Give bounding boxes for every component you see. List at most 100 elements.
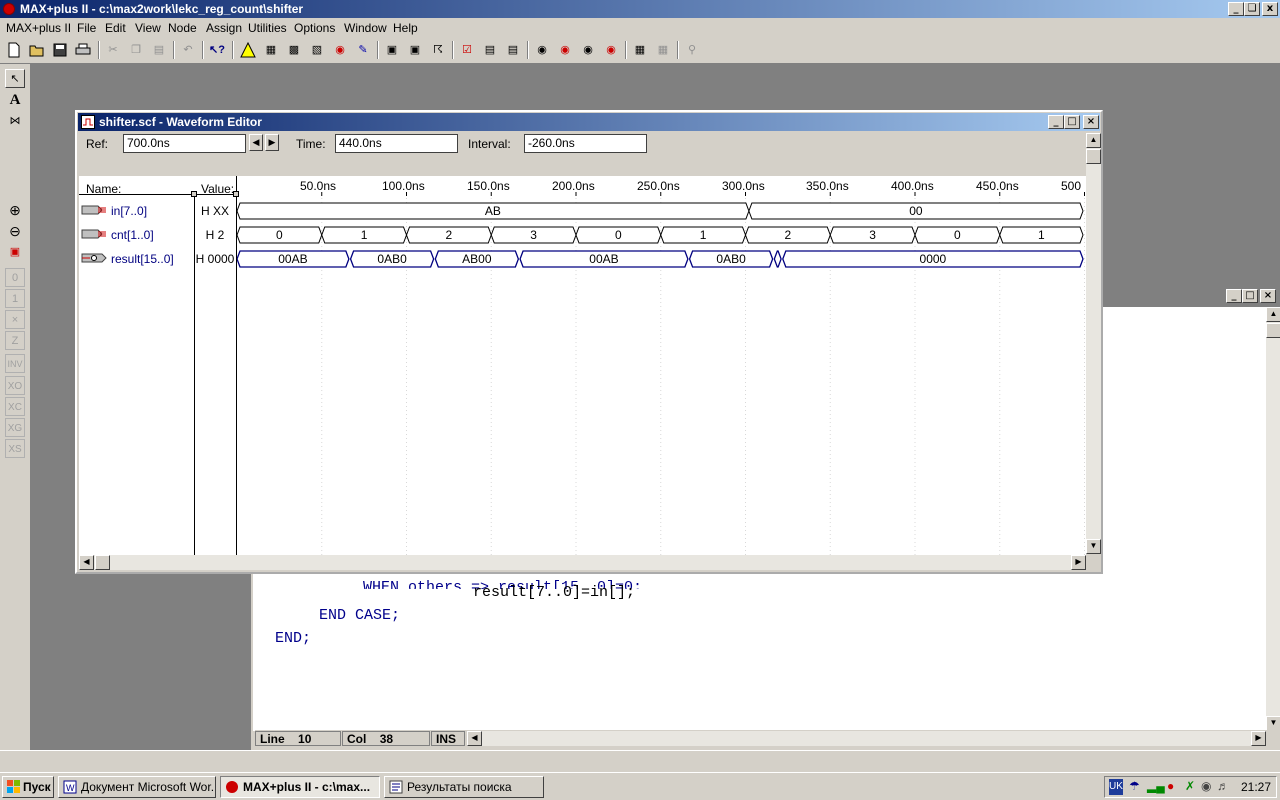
grid2-icon[interactable]: ▦: [630, 40, 650, 60]
new-icon[interactable]: [4, 40, 24, 60]
undo-icon[interactable]: ↶: [178, 40, 198, 60]
simulator-icon[interactable]: ▧: [307, 40, 327, 60]
copy-icon[interactable]: ❐: [126, 40, 146, 60]
project-check-icon[interactable]: ☈: [428, 40, 448, 60]
text-editor-minimize-button[interactable]: _: [1226, 289, 1242, 303]
floorplan-icon[interactable]: ▣: [382, 40, 402, 60]
one-icon[interactable]: 1: [5, 289, 25, 308]
start-button[interactable]: Пуск: [2, 776, 54, 798]
signal-row-result[interactable]: result[15..0] H 0000: [79, 248, 236, 270]
menu-maxplus[interactable]: MAX+plus II: [6, 21, 71, 35]
menu-options[interactable]: Options: [294, 21, 335, 35]
waveform-editor-title-bar[interactable]: shifter.scf - Waveform Editor _ □ ×: [78, 113, 1100, 131]
task-word-document[interactable]: W Документ Microsoft Wor...: [58, 776, 216, 798]
hscroll-left-button[interactable]: ◀: [79, 555, 94, 570]
waveform-close-button[interactable]: ×: [1083, 115, 1099, 129]
size-grip[interactable]: [1086, 555, 1101, 570]
menu-utilities[interactable]: Utilities: [248, 21, 287, 35]
audio-icon[interactable]: ◉: [1201, 779, 1211, 793]
task-search-results[interactable]: Результаты поиска: [384, 776, 544, 798]
text-editor-close-button[interactable]: ×: [1260, 289, 1276, 303]
name-value-divider[interactable]: [194, 192, 195, 555]
xg-icon[interactable]: XG: [5, 418, 25, 437]
language-indicator[interactable]: UK: [1109, 779, 1123, 795]
warning-icon[interactable]: [238, 40, 258, 60]
scroll-thumb[interactable]: [1086, 149, 1101, 164]
ref-left-arrow-button[interactable]: ◀: [249, 134, 263, 151]
volume-icon[interactable]: ♬: [1217, 779, 1229, 793]
scroll-down-button[interactable]: ▼: [1266, 716, 1280, 731]
scroll-up-button[interactable]: ▲: [1266, 307, 1280, 322]
project-simulate-icon[interactable]: ▤: [480, 40, 500, 60]
cut-icon[interactable]: ✂: [103, 40, 123, 60]
menu-node[interactable]: Node: [168, 21, 197, 35]
x-icon[interactable]: ×: [5, 310, 25, 329]
find-icon[interactable]: ▦: [653, 40, 673, 60]
print-icon[interactable]: [73, 40, 93, 60]
waveform-horizontal-scrollbar[interactable]: ◀ ▶: [79, 555, 1086, 570]
scroll-up-button[interactable]: ▲: [1086, 133, 1101, 148]
signal-icon[interactable]: ▂▄: [1147, 779, 1165, 793]
hscroll-thumb[interactable]: [95, 555, 110, 570]
column-resize-handle[interactable]: [191, 191, 197, 197]
antivirus-icon[interactable]: ●: [1167, 779, 1174, 793]
fit-icon[interactable]: ▣: [5, 243, 25, 262]
compiler-icon[interactable]: ▩: [284, 40, 304, 60]
grid-icon[interactable]: ◉: [601, 40, 621, 60]
waveform-minimize-button[interactable]: _: [1048, 115, 1064, 129]
zoom-out-icon[interactable]: ⊖: [5, 222, 25, 241]
text-editor-maximize-button[interactable]: □: [1242, 289, 1258, 303]
jtag-icon[interactable]: ◉: [555, 40, 575, 60]
project-compile-icon[interactable]: ☑: [457, 40, 477, 60]
hscroll-right-button[interactable]: ▶: [1251, 731, 1266, 746]
text-editor-vertical-scrollbar[interactable]: ▲ ▼: [1266, 307, 1280, 731]
hierarchy-icon[interactable]: ▦: [261, 40, 281, 60]
bb-icon[interactable]: ◉: [532, 40, 552, 60]
text-editor-horizontal-scrollbar[interactable]: [482, 731, 1252, 746]
waveform-editor-window[interactable]: shifter.scf - Waveform Editor _ □ × Ref:…: [75, 110, 1103, 574]
minimize-button[interactable]: _: [1228, 2, 1244, 16]
restore-button[interactable]: ❏: [1244, 2, 1260, 16]
z-icon[interactable]: Z: [5, 331, 25, 350]
zoom-in-icon[interactable]: ⊕: [5, 201, 25, 220]
waveform-display-area[interactable]: Name: Value: 50.0ns 100.0ns 150.0ns 200.…: [79, 176, 1086, 555]
app-title-bar[interactable]: MAX+plus II - c:\max2work\lekc_reg_count…: [0, 0, 1280, 18]
menu-edit[interactable]: Edit: [105, 21, 126, 35]
open-icon[interactable]: [27, 40, 47, 60]
time-field[interactable]: 440.0ns: [335, 134, 458, 153]
signal-row-cnt[interactable]: cnt[1..0] H 2: [79, 224, 236, 246]
paste-icon[interactable]: ▤: [149, 40, 169, 60]
zero-icon[interactable]: 0: [5, 268, 25, 287]
ref-time-field[interactable]: 700.0ns: [123, 134, 246, 153]
bus-segment[interactable]: [773, 250, 782, 268]
network-icon[interactable]: ☂: [1129, 779, 1140, 793]
scroll-thumb[interactable]: [1266, 323, 1280, 338]
waveform-canvas[interactable]: AB 000 1 2 3 0 1 2 3 0 100AB 0AB0 AB00 00AB 0AB0 0000: [237, 176, 1086, 555]
task-maxplus[interactable]: MAX+plus II - c:\max...: [220, 776, 380, 798]
menu-help[interactable]: Help: [393, 21, 418, 35]
waveform-tool-icon[interactable]: ⋈: [5, 112, 25, 131]
close-button[interactable]: x: [1262, 2, 1278, 16]
interval-field[interactable]: -260.0ns: [524, 134, 647, 153]
menu-window[interactable]: Window: [344, 21, 387, 35]
hscroll-right-button[interactable]: ▶: [1071, 555, 1086, 570]
timing-icon[interactable]: ◉: [330, 40, 350, 60]
text-tool-icon[interactable]: A: [5, 91, 25, 110]
zoom-find-icon[interactable]: ⚲: [682, 40, 702, 60]
help-pointer-icon[interactable]: ↖?: [207, 40, 227, 60]
flash-icon[interactable]: ◉: [578, 40, 598, 60]
menu-assign[interactable]: Assign: [206, 21, 242, 35]
programmer-icon[interactable]: ✎: [353, 40, 373, 60]
app-icon[interactable]: [3, 3, 15, 15]
project-save-icon[interactable]: ▣: [405, 40, 425, 60]
security-icon[interactable]: ✗: [1185, 779, 1195, 793]
xc-icon[interactable]: XC: [5, 397, 25, 416]
invert-icon[interactable]: INV: [5, 354, 25, 373]
waveform-maximize-button[interactable]: □: [1064, 115, 1080, 129]
ref-right-arrow-button[interactable]: ▶: [265, 134, 279, 151]
scroll-down-button[interactable]: ▼: [1086, 539, 1101, 554]
xo-icon[interactable]: XO: [5, 376, 25, 395]
save-icon[interactable]: [50, 40, 70, 60]
waveform-vertical-scrollbar[interactable]: ▲ ▼: [1086, 133, 1101, 554]
xs-icon[interactable]: XS: [5, 439, 25, 458]
